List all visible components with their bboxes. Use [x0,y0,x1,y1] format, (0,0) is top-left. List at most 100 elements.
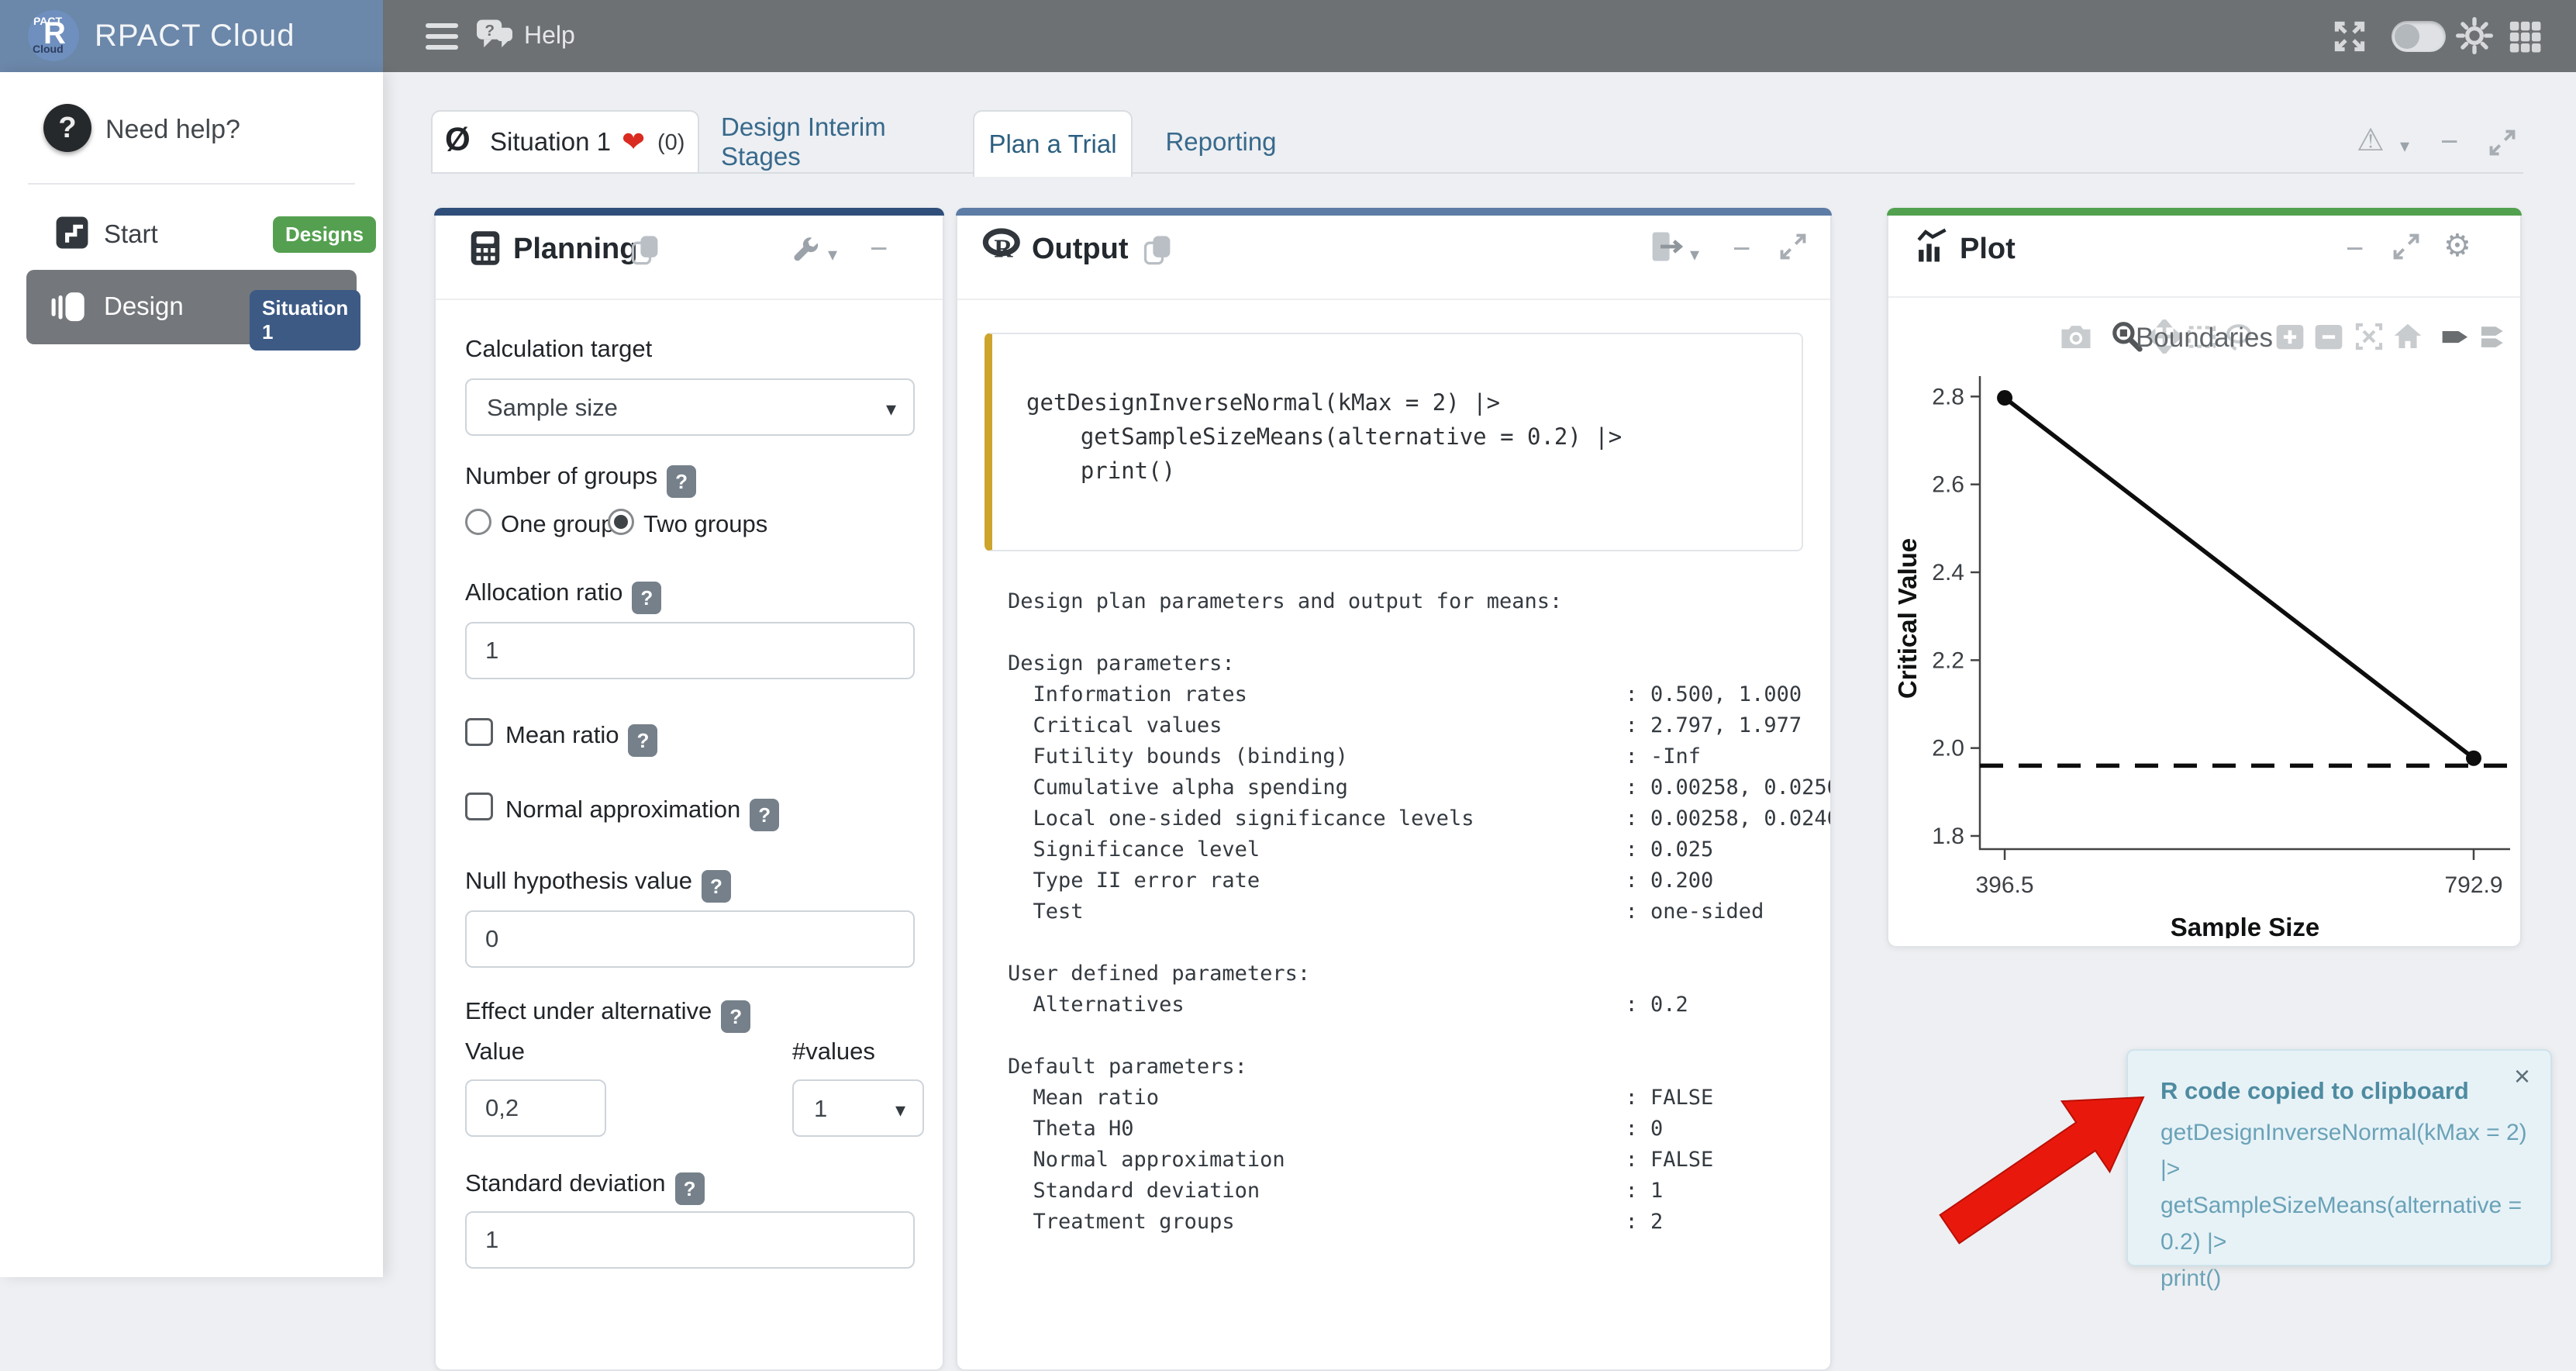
help-badge-icon[interactable]: ? [721,1000,750,1033]
one-group-label: One group [501,510,615,538]
x-axis-label: Sample Size [2171,913,2320,938]
null-hypothesis-input[interactable] [465,910,915,968]
warning-icon[interactable]: ⚠ [2357,123,2385,158]
chart-axes [1980,376,2510,849]
wrench-icon[interactable] [792,236,822,265]
camera-icon[interactable] [2059,319,2093,354]
clipboard-toast: × R code copied to clipboard getDesignIn… [2126,1049,2552,1266]
close-icon[interactable]: × [2514,1060,2530,1093]
radio-two-groups[interactable] [608,509,634,535]
effect-under-alternative-label: Effect under alternative? [465,997,750,1033]
zoom-out-icon[interactable] [2312,319,2346,354]
help-button[interactable]: ? Help [474,17,575,53]
help-badge-icon[interactable]: ? [632,582,661,614]
help-badge-icon[interactable]: ? [667,465,696,498]
brightness-settings-icon[interactable] [2456,17,2493,54]
r-output-text: Design plan parameters and output for me… [1008,586,1830,1238]
normal-approximation-label: Normal approximation? [505,796,779,831]
mean-ratio-checkbox[interactable] [465,718,493,746]
hamburger-menu-icon[interactable] [426,23,458,50]
reset-axes-home-icon[interactable] [2391,319,2425,354]
situation-badge: Situation 1 [250,290,360,351]
help-badge-icon[interactable]: ? [750,799,779,831]
standard-deviation-input[interactable] [465,1211,915,1269]
num-values-select[interactable]: 1 ▾ [792,1079,924,1137]
planning-panel: Planning ▾ − Calculation target Sample s… [434,208,944,1371]
tab-plan-a-trial[interactable]: Plan a Trial [973,110,1133,177]
help-badge-icon[interactable]: ? [675,1172,705,1205]
sidebar-item-label: Design [104,292,184,321]
svg-text:?: ? [485,22,495,40]
sidebar-item-label: Start [104,219,158,249]
chart-icon [1915,228,1950,264]
chart-line [2005,398,2474,758]
need-help-link[interactable]: Need help? [105,115,240,145]
slash-circle-icon: Ø [445,121,471,158]
zoom-in-icon[interactable] [2273,319,2307,354]
rpact-cloud-app: PACT R Cloud RPACT Cloud ? Help [0,0,2576,1277]
lasso-select-icon[interactable] [2222,319,2256,354]
radio-one-group[interactable] [465,509,491,535]
plot-title: Plot [1960,233,2016,266]
brand-area[interactable]: PACT R Cloud RPACT Cloud [0,0,383,72]
calculation-target-select[interactable]: Sample size ▾ [465,378,915,436]
sidebar-divider [28,183,355,185]
chat-question-icon: ? [474,17,515,53]
null-hypothesis-label: Null hypothesis value? [465,867,731,903]
favorite-heart-icon[interactable]: ❤ [622,126,645,158]
svg-text:R: R [994,235,1013,264]
red-annotation-arrow [1934,1074,2167,1252]
help-badge-icon[interactable]: ? [628,724,657,757]
expand-output-icon[interactable] [1778,231,1809,262]
fullscreen-arrows-icon[interactable] [2332,19,2367,54]
allocation-ratio-input[interactable] [465,622,915,679]
x-tick-label: 792.9 [2444,872,2502,898]
hover-closest-icon[interactable] [2439,319,2473,354]
export-caret-icon[interactable]: ▾ [1690,243,1699,266]
expand-situation-icon[interactable] [2487,127,2518,158]
effect-value-input[interactable] [465,1079,606,1137]
apps-grid-icon[interactable] [2507,19,2543,54]
boundaries-chart[interactable]: 1.82.02.22.42.62.8396.5792.9Critical Val… [1896,357,2516,938]
toggle-knob [2395,24,2419,49]
y-tick-label: 1.8 [1932,824,1964,849]
rpact-logo-icon: PACT R Cloud [28,10,79,61]
minimize-planning-icon[interactable]: − [870,237,888,261]
y-tick-label: 2.6 [1932,472,1964,498]
y-axis-label: Critical Value [1896,538,1922,699]
hover-compare-icon[interactable] [2476,319,2510,354]
zoom-icon[interactable] [2110,319,2144,354]
copy-icon[interactable] [629,233,662,267]
sidebar-item-design[interactable]: Design Situation 1 [26,270,357,344]
plot-settings-gears-icon[interactable]: ⚙ [2443,228,2471,264]
help-badge-icon[interactable]: ? [702,870,731,903]
calculator-icon [468,230,502,267]
theme-toggle[interactable] [2392,21,2446,52]
copy-icon[interactable] [1142,233,1174,267]
pan-icon[interactable] [2147,319,2181,354]
number-of-groups-label: Number of groups? [465,462,696,498]
logo-text-bottom: Cloud [33,43,64,55]
minimize-situation-icon[interactable]: − [2440,130,2458,154]
output-panel: R Output ▾ − getDesignI [956,208,1832,1371]
tab-design-interim-stages[interactable]: Design Interim Stages [721,110,969,174]
standard-deviation-label: Standard deviation? [465,1169,705,1205]
question-mark-icon[interactable]: ? [43,104,91,152]
start-icon [54,215,90,250]
wrench-caret-icon[interactable]: ▾ [828,243,837,266]
y-tick-label: 2.2 [1932,648,1964,673]
expand-plot-icon[interactable] [2391,231,2422,262]
autoscale-icon[interactable] [2352,319,2386,354]
y-tick-label: 2.0 [1932,736,1964,761]
warning-caret-icon[interactable]: ▾ [2400,135,2409,157]
box-select-icon[interactable] [2185,319,2219,354]
toast-title: R code copied to clipboard [2160,1077,2469,1105]
help-label: Help [524,21,575,50]
minimize-plot-icon[interactable]: − [2346,237,2364,261]
minimize-output-icon[interactable]: − [1733,237,1750,261]
normal-approximation-checkbox[interactable] [465,793,493,820]
r-code-block[interactable]: getDesignInverseNormal(kMax = 2) |> getS… [985,333,1803,551]
tab-reporting[interactable]: Reporting [1159,110,1283,174]
chevron-down-icon: ▾ [886,397,896,421]
export-icon[interactable] [1649,230,1683,264]
